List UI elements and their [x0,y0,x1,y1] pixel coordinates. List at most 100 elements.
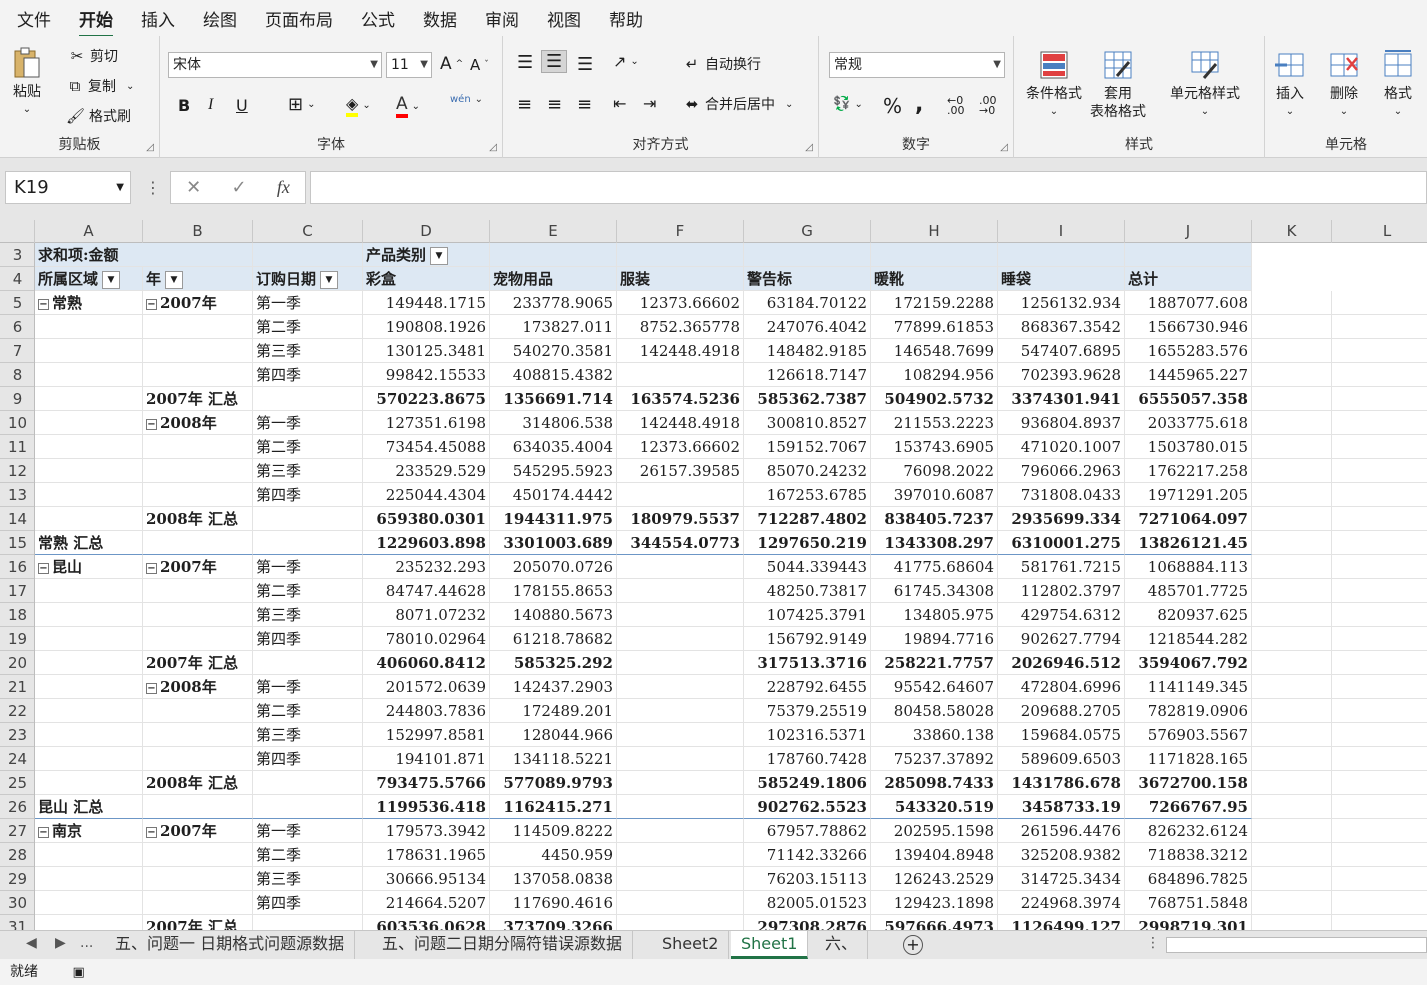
cell[interactable] [1252,387,1332,411]
value-cell[interactable]: 2998719.301 [1125,915,1252,930]
value-cell[interactable]: 190808.1926 [363,315,490,339]
collapse-icon[interactable]: − [146,827,157,838]
value-cell[interactable] [617,651,744,675]
insert-cells-button[interactable]: 插入 ⌄ [1275,48,1305,121]
value-cell[interactable]: 107425.3791 [744,603,871,627]
value-cell[interactable]: 585325.292 [490,651,617,675]
percent-button[interactable]: % [883,94,902,118]
row-header[interactable]: 11 [0,435,34,459]
region-cell[interactable] [35,747,143,771]
quarter-cell[interactable]: 第三季 [253,339,363,363]
value-cell[interactable]: 173827.011 [490,315,617,339]
cell[interactable] [1252,459,1332,483]
region-cell[interactable]: 常熟 汇总 [35,531,143,555]
value-cell[interactable]: 936804.8937 [998,411,1125,435]
collapse-icon[interactable]: − [38,299,49,310]
row-header[interactable]: 17 [0,579,34,603]
value-cell[interactable]: 3301003.689 [490,531,617,555]
sheet-tab[interactable]: Sheet1 [731,931,809,959]
value-cell[interactable]: 137058.0838 [490,867,617,891]
format-cells-button[interactable]: 格式 ⌄ [1383,48,1413,121]
row-header[interactable]: 16 [0,555,34,579]
value-cell[interactable]: 7266767.95 [1125,795,1252,819]
cell[interactable] [1332,603,1427,627]
filter-dropdown-icon[interactable]: ▼ [165,271,184,289]
quarter-cell[interactable]: 第二季 [253,699,363,723]
row-header[interactable]: 27 [0,819,34,843]
value-cell[interactable]: 102316.5371 [744,723,871,747]
value-cell[interactable]: 1218544.282 [1125,627,1252,651]
value-cell[interactable]: 63184.70122 [744,291,871,315]
region-cell[interactable] [35,339,143,363]
value-cell[interactable]: 585249.1806 [744,771,871,795]
value-cell[interactable]: 1887077.608 [1125,291,1252,315]
cell[interactable] [1252,507,1332,531]
filter-dropdown-icon[interactable]: ▼ [102,271,121,289]
value-cell[interactable]: 139404.8948 [871,843,998,867]
region-cell[interactable]: 昆山 汇总 [35,795,143,819]
font-color-button[interactable]: A ⌄ [396,94,420,118]
quarter-cell[interactable]: 第三季 [253,723,363,747]
quarter-cell[interactable]: 第三季 [253,459,363,483]
value-cell[interactable]: 3458733.19 [998,795,1125,819]
year-cell[interactable] [143,795,253,819]
filter-dropdown-icon[interactable]: ▼ [430,247,449,265]
cell[interactable] [1252,339,1332,363]
cut-button[interactable]: ✂ 剪切 [68,46,118,66]
year-cell[interactable] [143,435,253,459]
format-as-table-button[interactable]: 套用 表格格式 [1090,48,1146,121]
value-cell[interactable]: 712287.4802 [744,507,871,531]
value-cell[interactable]: 325208.9382 [998,843,1125,867]
value-cell[interactable]: 1343308.297 [871,531,998,555]
quarter-cell[interactable] [253,507,363,531]
value-cell[interactable]: 61745.34308 [871,579,998,603]
value-cell[interactable]: 429754.6312 [998,603,1125,627]
row-header[interactable]: 13 [0,483,34,507]
column-header[interactable]: J [1125,220,1252,243]
value-cell[interactable]: 868367.3542 [998,315,1125,339]
value-cell[interactable]: 178760.7428 [744,747,871,771]
menu-item[interactable]: 公式 [361,6,395,31]
quarter-cell[interactable]: 第一季 [253,291,363,315]
value-cell[interactable]: 156792.9149 [744,627,871,651]
value-cell[interactable]: 5044.339443 [744,555,871,579]
value-cell[interactable]: 1199536.418 [363,795,490,819]
value-cell[interactable] [617,603,744,627]
dialog-launcher-icon[interactable]: ◿ [1000,142,1008,153]
year-cell[interactable]: 2008年 汇总 [143,771,253,795]
cell[interactable] [1332,747,1427,771]
scroll-right-icon[interactable]: ▶ [55,935,66,951]
year-cell[interactable] [143,531,253,555]
more-options-icon[interactable]: ⋮ [1146,935,1160,951]
value-cell[interactable] [617,843,744,867]
value-cell[interactable]: 225044.4304 [363,483,490,507]
value-cell[interactable]: 224968.3974 [998,891,1125,915]
pivot-header-cell[interactable]: 彩盒 [363,267,490,291]
region-cell[interactable] [35,411,143,435]
more-tabs-button[interactable]: ... [80,935,93,951]
row-header[interactable]: 25 [0,771,34,795]
cell[interactable] [1252,627,1332,651]
year-cell[interactable] [143,579,253,603]
year-cell[interactable] [143,315,253,339]
cell[interactable] [1252,411,1332,435]
filter-dropdown-icon[interactable]: ▼ [320,271,339,289]
value-cell[interactable]: 838405.7237 [871,507,998,531]
row-header[interactable]: 8 [0,363,34,387]
region-cell[interactable] [35,507,143,531]
value-cell[interactable]: 547407.6895 [998,339,1125,363]
cell[interactable] [1332,459,1427,483]
pivot-column-field-cell[interactable]: 产品类别 ▼ [363,243,490,267]
region-cell[interactable] [35,651,143,675]
cell[interactable] [1252,699,1332,723]
cell[interactable] [744,243,871,267]
value-cell[interactable]: 408815.4382 [490,363,617,387]
value-cell[interactable] [617,579,744,603]
value-cell[interactable]: 540270.3581 [490,339,617,363]
value-cell[interactable] [617,891,744,915]
quarter-cell[interactable]: 第一季 [253,675,363,699]
column-header[interactable]: D [363,220,490,243]
value-cell[interactable]: 577089.9793 [490,771,617,795]
value-cell[interactable] [617,555,744,579]
fx-icon[interactable]: fx [277,177,290,198]
